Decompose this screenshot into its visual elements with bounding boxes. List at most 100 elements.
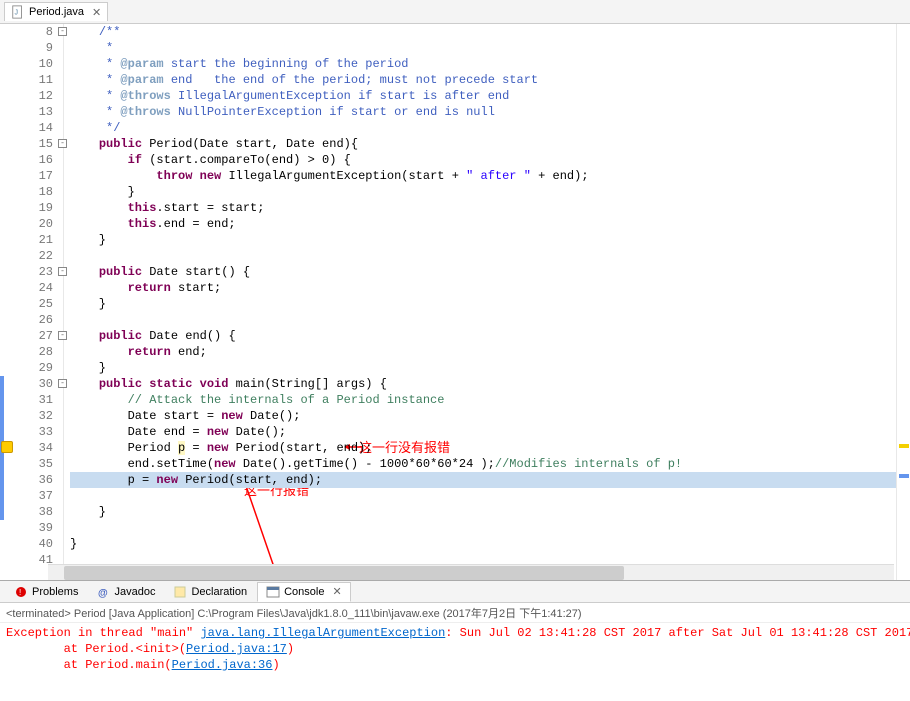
tab-problems[interactable]: ! Problems [6, 583, 86, 601]
code-line[interactable]: p = new Period(start, end); [70, 472, 896, 488]
line-number: 14 [16, 120, 53, 136]
code-line[interactable]: } [70, 232, 896, 248]
line-number: 38 [16, 504, 53, 520]
warning-icon[interactable] [1, 441, 13, 453]
line-number: 16 [16, 152, 53, 168]
tab-problems-label: Problems [32, 586, 78, 598]
console-trace-1-b: ) [287, 642, 294, 656]
java-file-icon: J [11, 5, 25, 19]
line-number: 30 [16, 376, 53, 392]
change-marker [0, 488, 4, 504]
tab-declaration[interactable]: Declaration [165, 583, 255, 601]
console-trace-1-link[interactable]: Period.java:17 [186, 642, 287, 656]
code-line[interactable]: end.setTime(new Date().getTime() - 1000*… [70, 456, 896, 472]
code-line[interactable]: this.end = end; [70, 216, 896, 232]
code-line[interactable]: } [70, 504, 896, 520]
overview-cursor-mark[interactable] [899, 474, 909, 478]
console-exception-prefix: Exception in thread "main" [6, 626, 200, 640]
code-line[interactable]: Date end = new Date(); [70, 424, 896, 440]
code-line[interactable] [70, 488, 896, 504]
code-line[interactable] [70, 248, 896, 264]
tab-javadoc-label: Javadoc [114, 586, 155, 598]
tab-declaration-label: Declaration [191, 586, 247, 598]
code-line[interactable]: } [70, 296, 896, 312]
line-number: 33 [16, 424, 53, 440]
line-number: 32 [16, 408, 53, 424]
code-area[interactable]: 这一行没有报错 这一行报错 /** * * @param start the b… [64, 24, 896, 580]
close-tab-icon[interactable]: ✕ [92, 6, 101, 19]
svg-text:!: ! [19, 588, 21, 597]
horizontal-scrollbar[interactable] [48, 564, 894, 580]
code-line[interactable]: } [70, 536, 896, 552]
code-line[interactable]: public Period(Date start, Date end){ [70, 136, 896, 152]
line-number: 10 [16, 56, 53, 72]
code-line[interactable]: * @param end the end of the period; must… [70, 72, 896, 88]
code-line[interactable]: public Date end() { [70, 328, 896, 344]
change-marker [0, 456, 4, 472]
line-number: 18 [16, 184, 53, 200]
editor-tab-bar: J Period.java ✕ [0, 0, 910, 24]
change-marker [0, 376, 4, 392]
declaration-icon [173, 585, 187, 599]
marker-strip [0, 24, 16, 580]
line-number: 27 [16, 328, 53, 344]
code-line[interactable] [70, 312, 896, 328]
code-line[interactable]: * @throws IllegalArgumentException if st… [70, 88, 896, 104]
line-number: 12 [16, 88, 53, 104]
change-marker [0, 424, 4, 440]
tab-console-label: Console [284, 586, 324, 598]
overview-ruler[interactable] [896, 24, 910, 580]
code-line[interactable]: Period p = new Period(start, end); [70, 440, 896, 456]
line-number: 22 [16, 248, 53, 264]
console-trace-2-link[interactable]: Period.java:36 [172, 658, 273, 672]
line-number: 35 [16, 456, 53, 472]
code-line[interactable]: this.start = start; [70, 200, 896, 216]
horizontal-scrollbar-thumb[interactable] [64, 566, 624, 580]
code-line[interactable]: * @param start the beginning of the peri… [70, 56, 896, 72]
code-line[interactable] [70, 520, 896, 536]
line-number: 31 [16, 392, 53, 408]
change-marker [0, 504, 4, 520]
console-icon [266, 585, 280, 599]
code-line[interactable]: Date start = new Date(); [70, 408, 896, 424]
line-number: 29 [16, 360, 53, 376]
line-number: 11 [16, 72, 53, 88]
code-line[interactable]: // Attack the internals of a Period inst… [70, 392, 896, 408]
tab-console[interactable]: Console ✕ [257, 582, 351, 602]
line-number: 23 [16, 264, 53, 280]
code-line[interactable]: return start; [70, 280, 896, 296]
problems-icon: ! [14, 585, 28, 599]
change-marker [0, 408, 4, 424]
editor-tab-period[interactable]: J Period.java ✕ [4, 2, 108, 21]
code-line[interactable]: */ [70, 120, 896, 136]
code-line[interactable]: if (start.compareTo(end) > 0) { [70, 152, 896, 168]
code-line[interactable]: * [70, 40, 896, 56]
code-line[interactable]: } [70, 184, 896, 200]
close-console-icon[interactable]: ✕ [332, 585, 341, 598]
console-header: <terminated> Period [Java Application] C… [0, 603, 910, 623]
code-line[interactable]: /** [70, 24, 896, 40]
bottom-tabs-row: ! Problems @ Javadoc Declaration Console… [0, 581, 910, 603]
console-trace-2-b: ) [272, 658, 279, 672]
code-line[interactable]: public static void main(String[] args) { [70, 376, 896, 392]
editor-tab-label: Period.java [29, 6, 84, 18]
overview-warning-mark[interactable] [899, 444, 909, 448]
line-number-gutter: 8910111213141516171819202122232425262728… [16, 24, 64, 580]
javadoc-icon: @ [96, 585, 110, 599]
change-marker [0, 472, 4, 488]
code-line[interactable]: throw new IllegalArgumentException(start… [70, 168, 896, 184]
console-exception-msg: : Sun Jul 02 13:41:28 CST 2017 after Sat… [445, 626, 910, 640]
console-body[interactable]: Exception in thread "main" java.lang.Ill… [0, 623, 910, 701]
line-number: 13 [16, 104, 53, 120]
line-number: 24 [16, 280, 53, 296]
code-line[interactable]: * @throws NullPointerException if start … [70, 104, 896, 120]
line-number: 19 [16, 200, 53, 216]
editor-area: 8910111213141516171819202122232425262728… [0, 24, 910, 580]
code-line[interactable]: public Date start() { [70, 264, 896, 280]
console-exception-link[interactable]: java.lang.IllegalArgumentException [200, 626, 445, 640]
code-line[interactable]: return end; [70, 344, 896, 360]
line-number: 36 [16, 472, 53, 488]
console-trace-2-a: at Period.main( [6, 658, 172, 672]
code-line[interactable]: } [70, 360, 896, 376]
tab-javadoc[interactable]: @ Javadoc [88, 583, 163, 601]
